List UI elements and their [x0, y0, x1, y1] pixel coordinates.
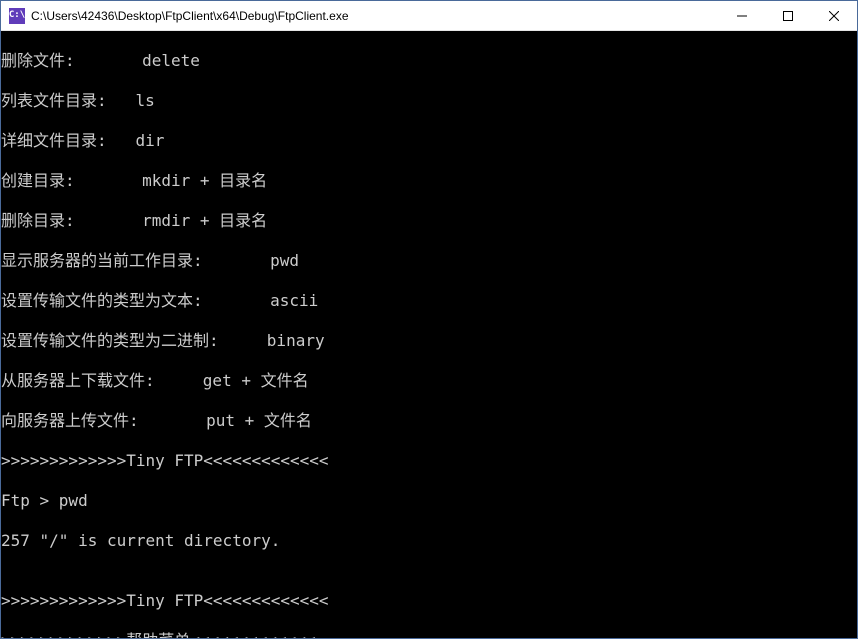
- console-line: 从服务器上下载文件: get + 文件名: [1, 371, 857, 391]
- console-line: >>>>>>>>>>>>>Tiny FTP<<<<<<<<<<<<<: [1, 591, 857, 611]
- close-button[interactable]: [811, 1, 857, 30]
- console-line: 删除文件: delete: [1, 51, 857, 71]
- console-line: 257 "/" is current directory.: [1, 531, 857, 551]
- console-line: >>>>>>>>>>>>>Tiny FTP<<<<<<<<<<<<<: [1, 451, 857, 471]
- console-line: 列表文件目录: ls: [1, 91, 857, 111]
- console-line: 删除目录: rmdir + 目录名: [1, 211, 857, 231]
- console-line: 显示服务器的当前工作目录: pwd: [1, 251, 857, 271]
- console-line: >>>>>>>>>>>>>帮助菜单<<<<<<<<<<<<<: [1, 631, 857, 638]
- console-line: 详细文件目录: dir: [1, 131, 857, 151]
- window-title: C:\Users\42436\Desktop\FtpClient\x64\Deb…: [31, 9, 719, 23]
- window-titlebar: C:\ C:\Users\42436\Desktop\FtpClient\x64…: [1, 1, 857, 31]
- maximize-button[interactable]: [765, 1, 811, 30]
- console-line: 向服务器上传文件: put + 文件名: [1, 411, 857, 431]
- app-icon-text: C:\: [9, 11, 25, 20]
- console-line: Ftp > pwd: [1, 491, 857, 511]
- maximize-icon: [783, 11, 793, 21]
- minimize-icon: [737, 11, 747, 21]
- app-icon: C:\: [9, 8, 25, 24]
- console-line: 创建目录: mkdir + 目录名: [1, 171, 857, 191]
- console-line: 设置传输文件的类型为文本: ascii: [1, 291, 857, 311]
- close-icon: [829, 11, 839, 21]
- console-line: 设置传输文件的类型为二进制: binary: [1, 331, 857, 351]
- console-output[interactable]: 删除文件: delete 列表文件目录: ls 详细文件目录: dir 创建目录…: [1, 31, 857, 638]
- minimize-button[interactable]: [719, 1, 765, 30]
- window-controls: [719, 1, 857, 30]
